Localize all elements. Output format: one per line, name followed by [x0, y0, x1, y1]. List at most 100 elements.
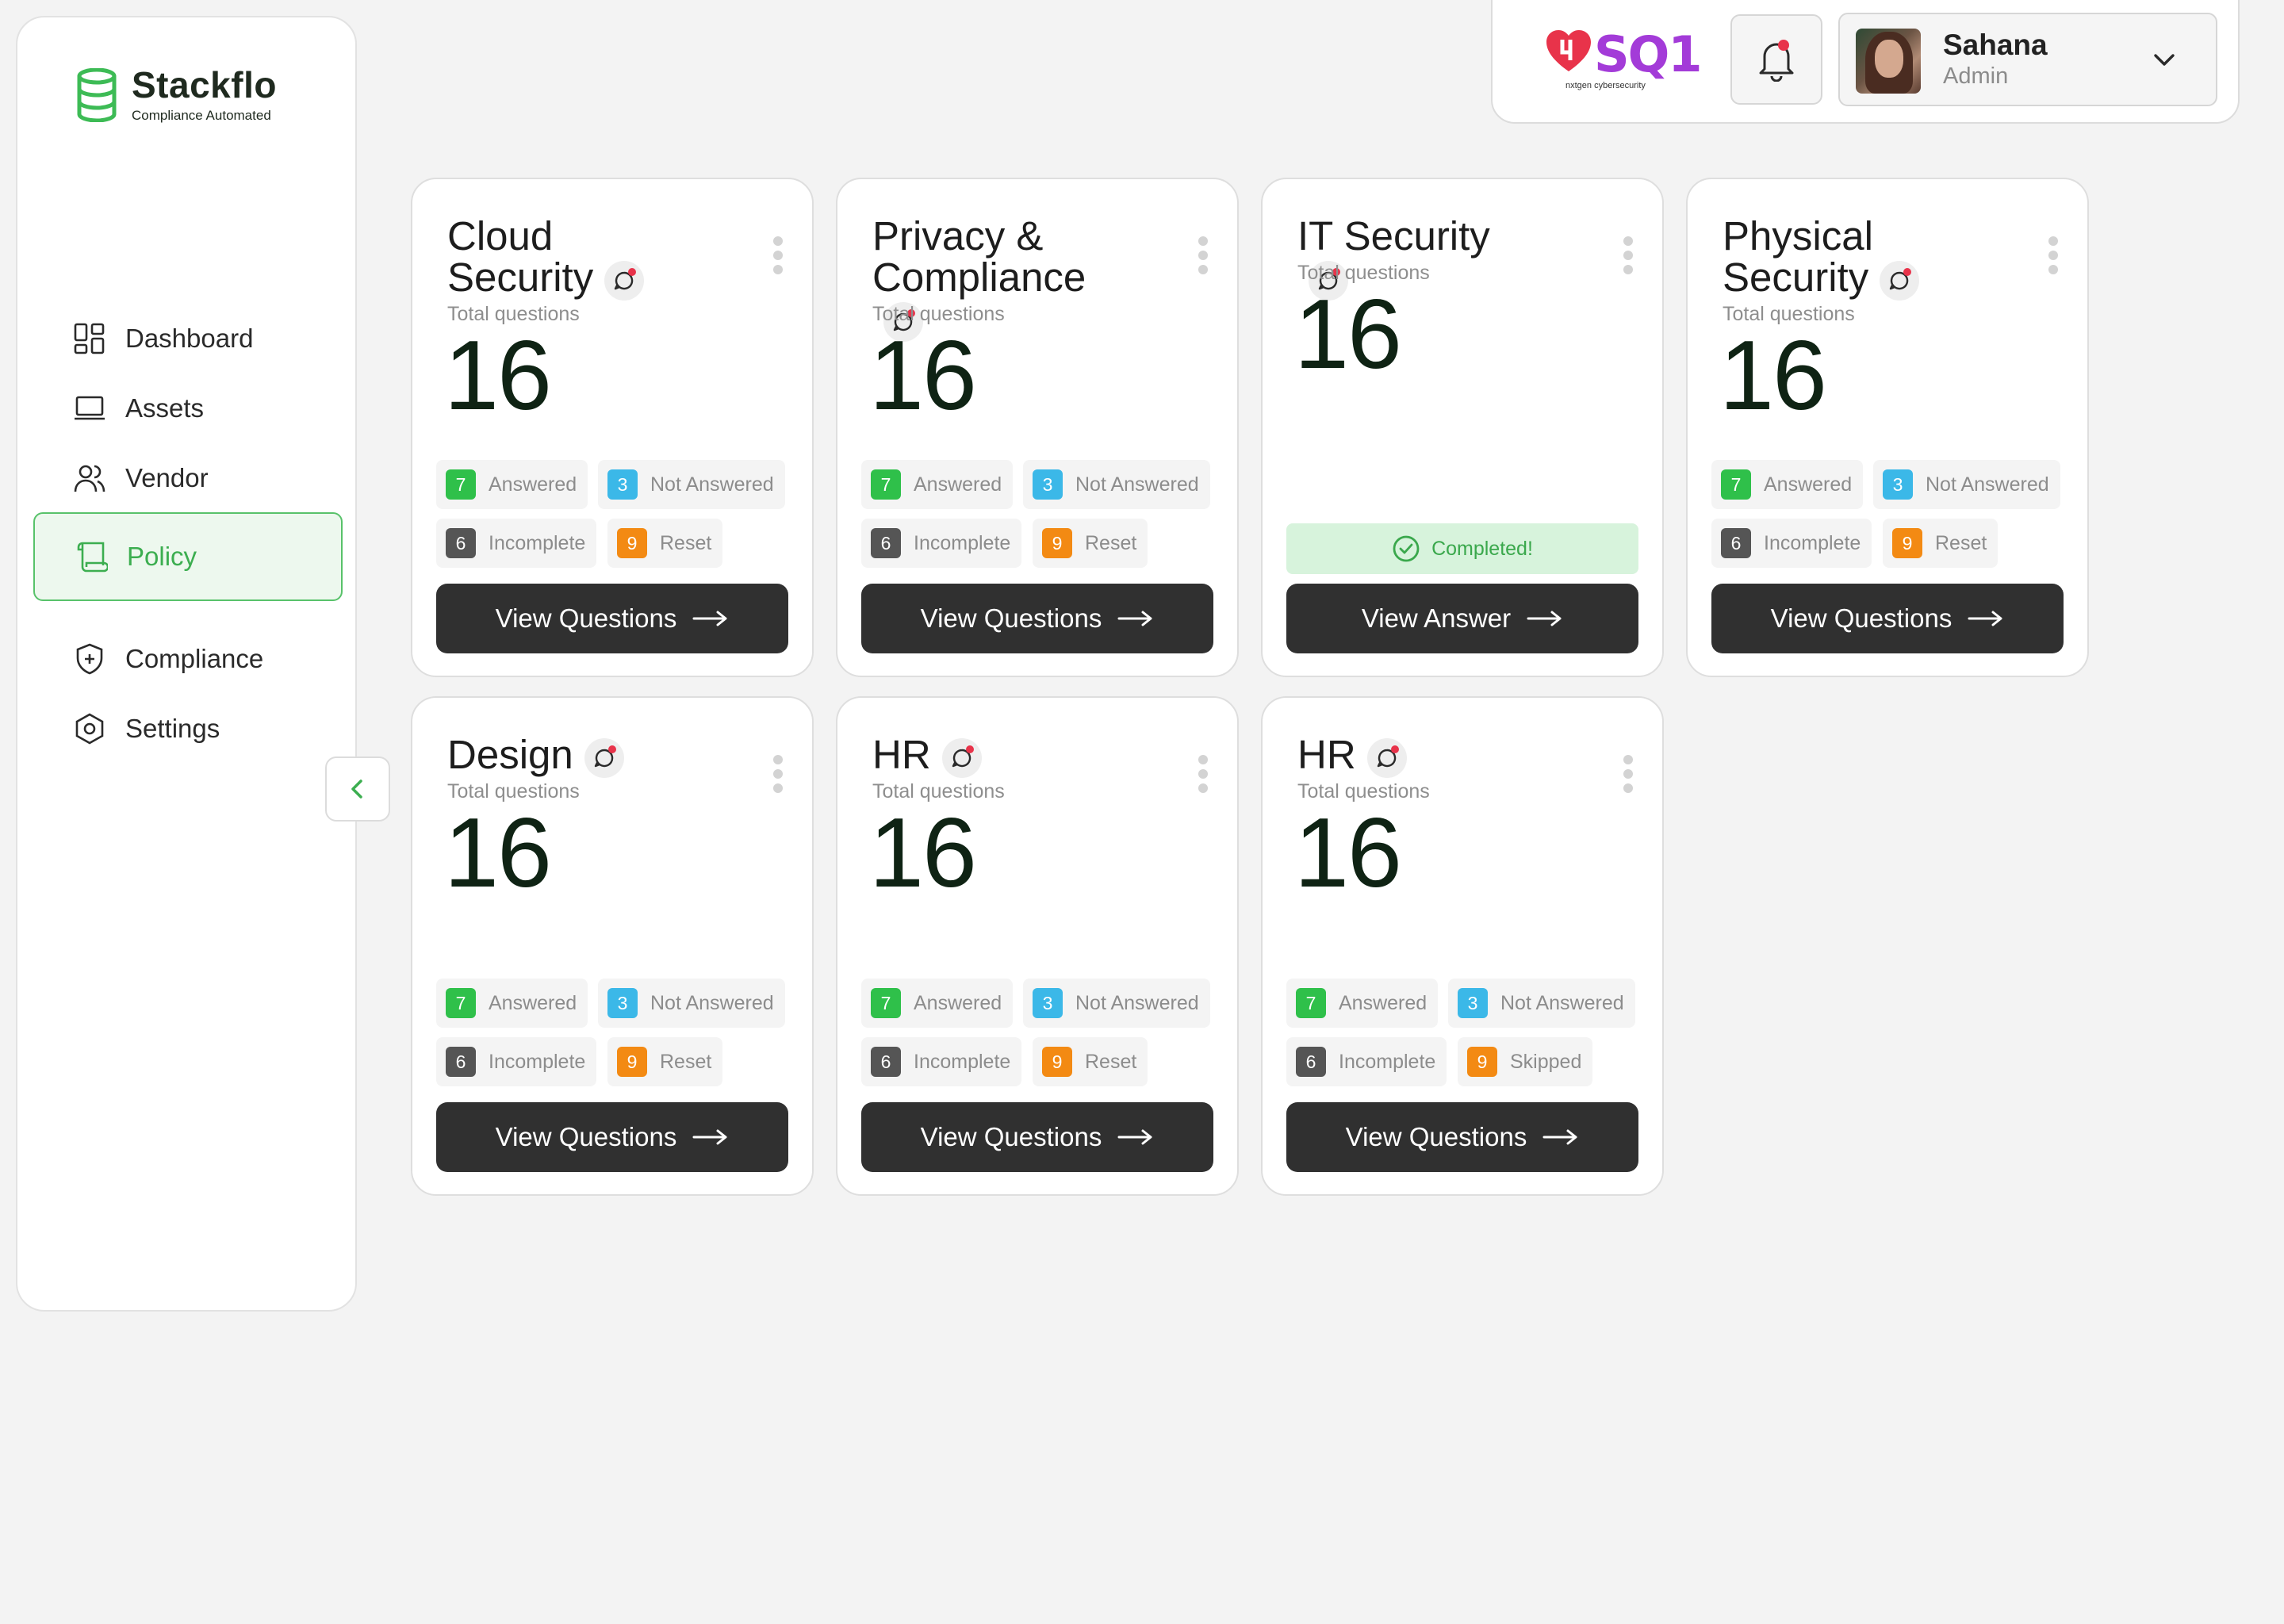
view-questions-button[interactable]: View Questions [861, 1102, 1213, 1172]
total-questions-value: 16 [1719, 321, 1827, 431]
collapse-sidebar-button[interactable] [325, 756, 390, 822]
more-options-icon[interactable] [772, 755, 784, 793]
stat-chip-answered[interactable]: 7 Answered [436, 460, 588, 509]
arrow-right-icon [692, 610, 729, 627]
stat-chip-incomplete[interactable]: 6 Incomplete [1286, 1037, 1447, 1086]
stat-label: Reset [1935, 531, 1987, 554]
card-title-text: Cloud Security [447, 213, 594, 300]
view-questions-button[interactable]: View Questions [436, 1102, 788, 1172]
stat-chip-reset[interactable]: 9 Reset [607, 1037, 723, 1086]
stat-label: Incomplete [914, 1050, 1011, 1073]
stat-chip-answered[interactable]: 7 Answered [1286, 979, 1439, 1028]
sidebar: Stackflo Compliance Automated Dashboard … [16, 16, 357, 1312]
stat-count: 9 [1467, 1047, 1497, 1077]
top-bar: SQ1 nxtgen cybersecurity Sahana Admin [1491, 0, 2240, 124]
button-label: View Questions [495, 1122, 677, 1151]
view-questions-button[interactable]: View Answer [1286, 584, 1638, 653]
view-questions-button[interactable]: View Questions [1711, 584, 2064, 653]
stat-label: Answered [914, 473, 1002, 496]
stat-chip-reset[interactable]: 9 Reset [1883, 519, 1998, 568]
stat-chip-incomplete[interactable]: 6 Incomplete [861, 519, 1022, 568]
stat-label: Answered [489, 991, 577, 1014]
sidebar-item-label: Dashboard [125, 324, 254, 353]
more-options-icon[interactable] [1623, 755, 1634, 793]
completed-label: Completed! [1431, 537, 1533, 560]
stat-chip-answered[interactable]: 7 Answered [861, 460, 1014, 509]
database-stack-icon [77, 68, 117, 122]
comment-button[interactable] [1366, 737, 1407, 778]
more-options-icon[interactable] [1198, 236, 1209, 274]
sidebar-item-settings[interactable]: Settings [33, 685, 343, 772]
more-options-icon[interactable] [2048, 236, 2059, 274]
sidebar-item-label: Policy [127, 542, 197, 571]
sidebar-item-policy[interactable]: Policy [33, 512, 343, 601]
card-title-text: Physical Security [1723, 213, 1873, 300]
view-questions-button[interactable]: View Questions [1286, 1102, 1638, 1172]
comment-alert-dot [1903, 267, 1912, 276]
comment-button[interactable] [941, 737, 982, 778]
stat-chip-not-answered[interactable]: 3 Not Answered [1023, 460, 1210, 509]
completed-banner: Completed! [1286, 523, 1638, 574]
stat-label: Answered [1764, 473, 1853, 496]
button-label: View Questions [920, 1122, 1102, 1151]
stat-label: Answered [1339, 991, 1428, 1014]
stat-chip-incomplete[interactable]: 6 Incomplete [1711, 519, 1872, 568]
stat-chip-answered[interactable]: 7 Answered [436, 979, 588, 1028]
more-options-icon[interactable] [1623, 236, 1634, 274]
stat-label: Not Answered [650, 991, 774, 1014]
stat-chip-not-answered[interactable]: 3 Not Answered [598, 979, 785, 1028]
stat-label: Not Answered [1926, 473, 2049, 496]
card-title-text: IT Security [1297, 213, 1490, 259]
total-questions-value: 16 [1294, 799, 1402, 908]
stat-count: 3 [607, 469, 638, 500]
stat-chip-reset[interactable]: 9 Reset [607, 519, 723, 568]
view-questions-button[interactable]: View Questions [436, 584, 788, 653]
card-title-text: Design [447, 732, 573, 777]
stat-chip-incomplete[interactable]: 6 Incomplete [436, 1037, 597, 1086]
comment-button[interactable] [584, 737, 624, 778]
stat-count: 3 [1033, 469, 1063, 500]
view-questions-button[interactable]: View Questions [861, 584, 1213, 653]
stackflo-logo[interactable]: Stackflo Compliance Automated [76, 67, 277, 124]
stat-chip-answered[interactable]: 7 Answered [861, 979, 1014, 1028]
sidebar-item-label: Settings [125, 714, 220, 743]
stat-chip-incomplete[interactable]: 6 Incomplete [861, 1037, 1022, 1086]
arrow-right-icon [1117, 610, 1154, 627]
heart-shield-icon [1546, 30, 1591, 71]
stat-count: 9 [1042, 528, 1072, 558]
stat-chip-not-answered[interactable]: 3 Not Answered [598, 460, 785, 509]
arrow-right-icon [1527, 610, 1563, 627]
laptop-icon [75, 396, 105, 420]
more-options-icon[interactable] [1198, 755, 1209, 793]
user-menu[interactable]: Sahana Admin [1838, 13, 2217, 106]
total-questions-value: 16 [1294, 280, 1402, 389]
stat-chip-skipped[interactable]: 9 Skipped [1458, 1037, 1593, 1086]
stat-count: 3 [1033, 988, 1063, 1018]
stat-chip-incomplete[interactable]: 6 Incomplete [436, 519, 597, 568]
check-circle-icon [1392, 534, 1420, 563]
policy-card: Cloud Security Total questions 16 7 Answered… [411, 178, 814, 677]
policy-card: Design Total questions 16 7 Answered 3 Not Ans… [411, 696, 814, 1196]
stat-chip-answered[interactable]: 7 Answered [1711, 460, 1864, 509]
policy-card: Physical Security Total questions 16 7 Answe… [1686, 178, 2089, 677]
comment-button[interactable] [604, 260, 645, 301]
stat-chip-not-answered[interactable]: 3 Not Answered [1873, 460, 2060, 509]
notifications-button[interactable] [1730, 14, 1822, 105]
card-title-text: Privacy & Compliance [872, 213, 1086, 300]
stat-count: 6 [1296, 1047, 1326, 1077]
stat-chip-not-answered[interactable]: 3 Not Answered [1448, 979, 1635, 1028]
chevron-left-icon [351, 779, 362, 799]
comment-button[interactable] [1880, 260, 1920, 301]
avatar [1856, 29, 1921, 94]
stat-label: Reset [660, 531, 712, 554]
button-label: View Questions [1770, 603, 1953, 633]
stat-chip-not-answered[interactable]: 3 Not Answered [1023, 979, 1210, 1028]
sidebar-item-vendor[interactable]: Vendor [33, 435, 343, 522]
stat-chip-reset[interactable]: 9 Reset [1033, 1037, 1148, 1086]
dashboard-icon [74, 323, 105, 354]
more-options-icon[interactable] [772, 236, 784, 274]
app-tagline: Compliance Automated [132, 108, 271, 123]
stat-count: 3 [1458, 988, 1488, 1018]
stat-chip-reset[interactable]: 9 Reset [1033, 519, 1148, 568]
card-title: HR [872, 734, 1094, 778]
